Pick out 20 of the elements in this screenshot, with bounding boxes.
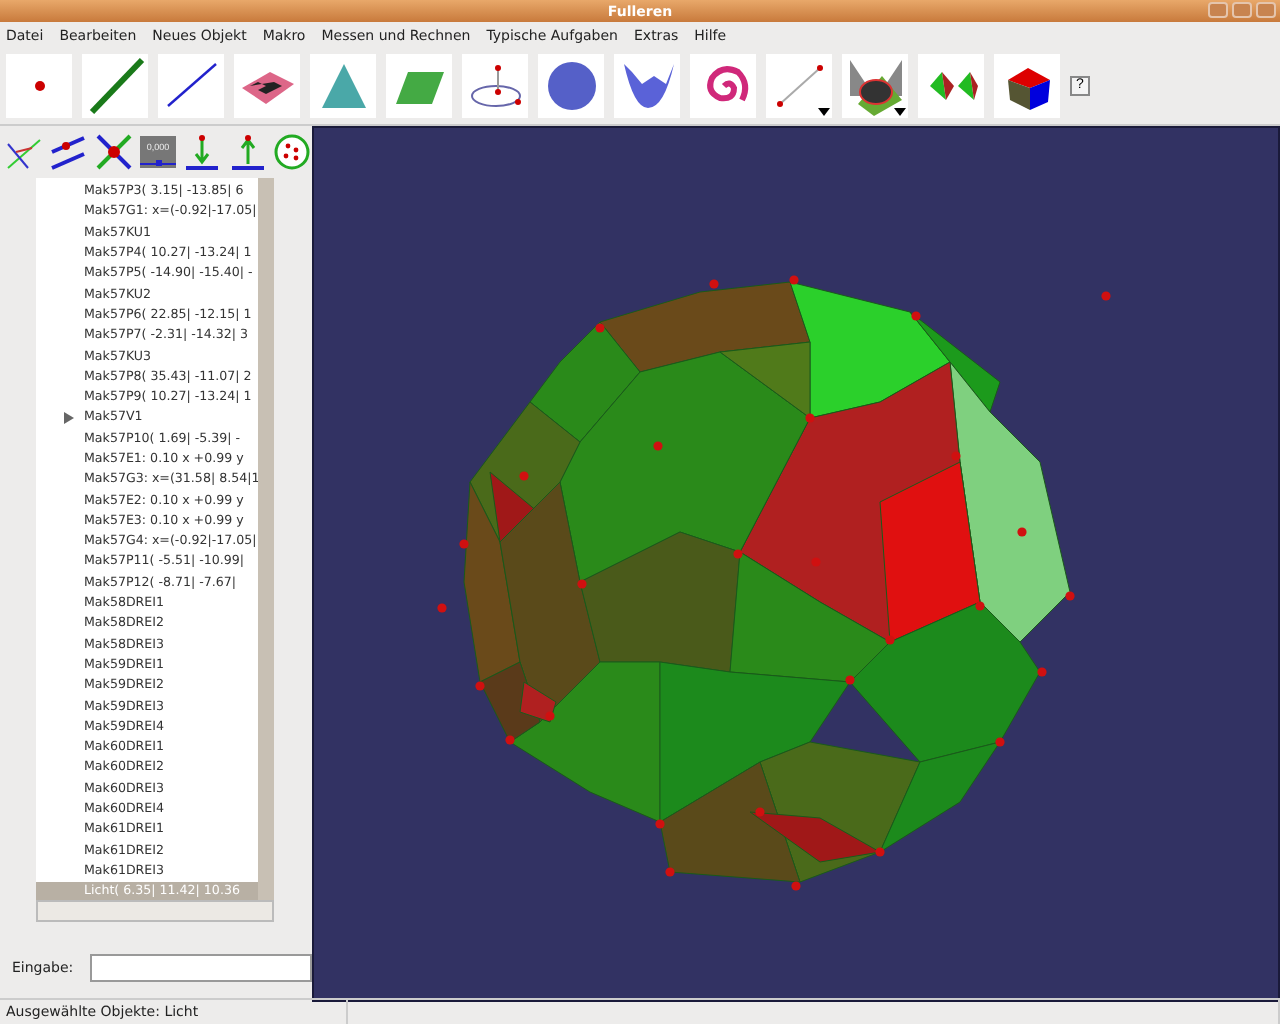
arrow-up-icon bbox=[227, 132, 268, 172]
arrow-down-icon bbox=[182, 132, 223, 172]
dropdown-arrow-icon bbox=[894, 108, 906, 116]
toolbar-button[interactable] bbox=[234, 54, 300, 118]
horizontal-scrollbar[interactable] bbox=[36, 900, 274, 922]
toolbar-button[interactable] bbox=[842, 54, 908, 118]
expand-arrow-icon[interactable] bbox=[64, 412, 74, 425]
3d-view[interactable] bbox=[312, 126, 1280, 1002]
line-icon bbox=[85, 56, 145, 116]
point-icon bbox=[33, 80, 45, 92]
intersecting-lines-icon bbox=[93, 132, 134, 172]
toolbar-button[interactable] bbox=[994, 54, 1060, 118]
toolbar-button[interactable] bbox=[918, 54, 984, 118]
dropdown-arrow-icon bbox=[818, 108, 830, 116]
point-cloud-icon bbox=[271, 132, 312, 172]
parallel-lines-icon bbox=[48, 132, 89, 172]
vertical-scrollbar[interactable] bbox=[258, 178, 274, 900]
toolbar-button[interactable] bbox=[158, 54, 224, 118]
intersection-icon bbox=[845, 56, 905, 116]
input-field[interactable] bbox=[89, 954, 312, 982]
